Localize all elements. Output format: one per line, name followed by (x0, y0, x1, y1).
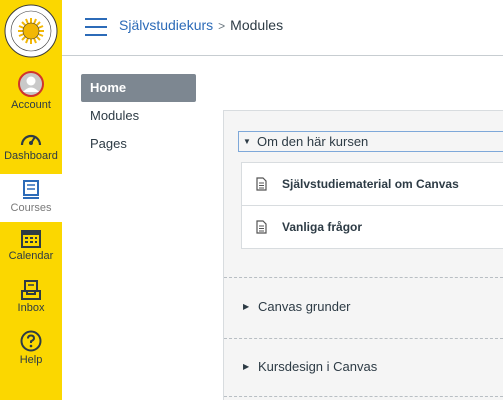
module-item[interactable]: Självstudiematerial om Canvas (242, 163, 503, 205)
page-icon (256, 177, 267, 191)
module-divider (224, 338, 503, 339)
nav-label: Help (19, 354, 43, 366)
nav-calendar[interactable]: Calendar (0, 228, 62, 262)
module-divider (224, 396, 503, 397)
nav-label: Calendar (8, 250, 54, 262)
global-nav: Account Dashboard Courses Calendar Inbox… (0, 0, 62, 400)
modules-list: ▼ Om den här kursen Självstudiematerial … (223, 110, 503, 400)
courses-icon (23, 180, 39, 199)
module-item[interactable]: Vanliga frågor (242, 205, 503, 248)
module-title: Kursdesign i Canvas (258, 359, 378, 374)
page-header: Självstudiekurs > Modules (62, 0, 503, 56)
nav-account[interactable]: Account (0, 71, 62, 111)
module-header-kursdesign[interactable]: ▶ Kursdesign i Canvas (241, 357, 377, 377)
nav-dashboard[interactable]: Dashboard (0, 130, 62, 162)
nav-label: Courses (10, 202, 52, 214)
nav-courses[interactable]: Courses (0, 174, 62, 222)
university-logo[interactable] (4, 4, 58, 58)
course-nav-pages[interactable]: Pages (81, 130, 196, 158)
breadcrumb: Självstudiekurs > Modules (119, 17, 283, 33)
breadcrumb-course-link[interactable]: Självstudiekurs (119, 17, 213, 33)
nav-help[interactable]: Help (0, 330, 62, 366)
caret-right-icon: ▶ (243, 362, 250, 371)
nav-label: Inbox (17, 302, 45, 314)
caret-right-icon: ▶ (243, 302, 250, 311)
breadcrumb-separator: > (218, 19, 226, 33)
menu-toggle-button[interactable] (85, 18, 107, 36)
module-items: Självstudiematerial om Canvas Vanliga fr… (241, 162, 503, 249)
module-item-title: Självstudiematerial om Canvas (282, 177, 459, 191)
dashboard-icon (20, 134, 42, 146)
calendar-icon (21, 230, 41, 248)
course-nav-modules[interactable]: Modules (81, 102, 196, 130)
course-nav: Home Modules Pages (81, 74, 196, 158)
nav-label: Account (11, 99, 51, 111)
account-icon (18, 71, 44, 97)
module-title: Om den här kursen (257, 134, 369, 149)
course-nav-home[interactable]: Home (81, 74, 196, 102)
module-header-canvas-grunder[interactable]: ▶ Canvas grunder (241, 297, 351, 317)
help-icon (20, 330, 42, 352)
module-header-om-kursen[interactable]: ▼ Om den här kursen (238, 131, 503, 152)
module-item-title: Vanliga frågor (282, 220, 363, 234)
module-title: Canvas grunder (258, 299, 351, 314)
module-divider (224, 277, 503, 278)
nav-inbox[interactable]: Inbox (0, 280, 62, 314)
breadcrumb-current: Modules (230, 17, 284, 33)
page-icon (256, 220, 267, 234)
inbox-icon (21, 280, 41, 300)
nav-label: Dashboard (4, 150, 58, 162)
caret-down-icon: ▼ (243, 137, 251, 146)
